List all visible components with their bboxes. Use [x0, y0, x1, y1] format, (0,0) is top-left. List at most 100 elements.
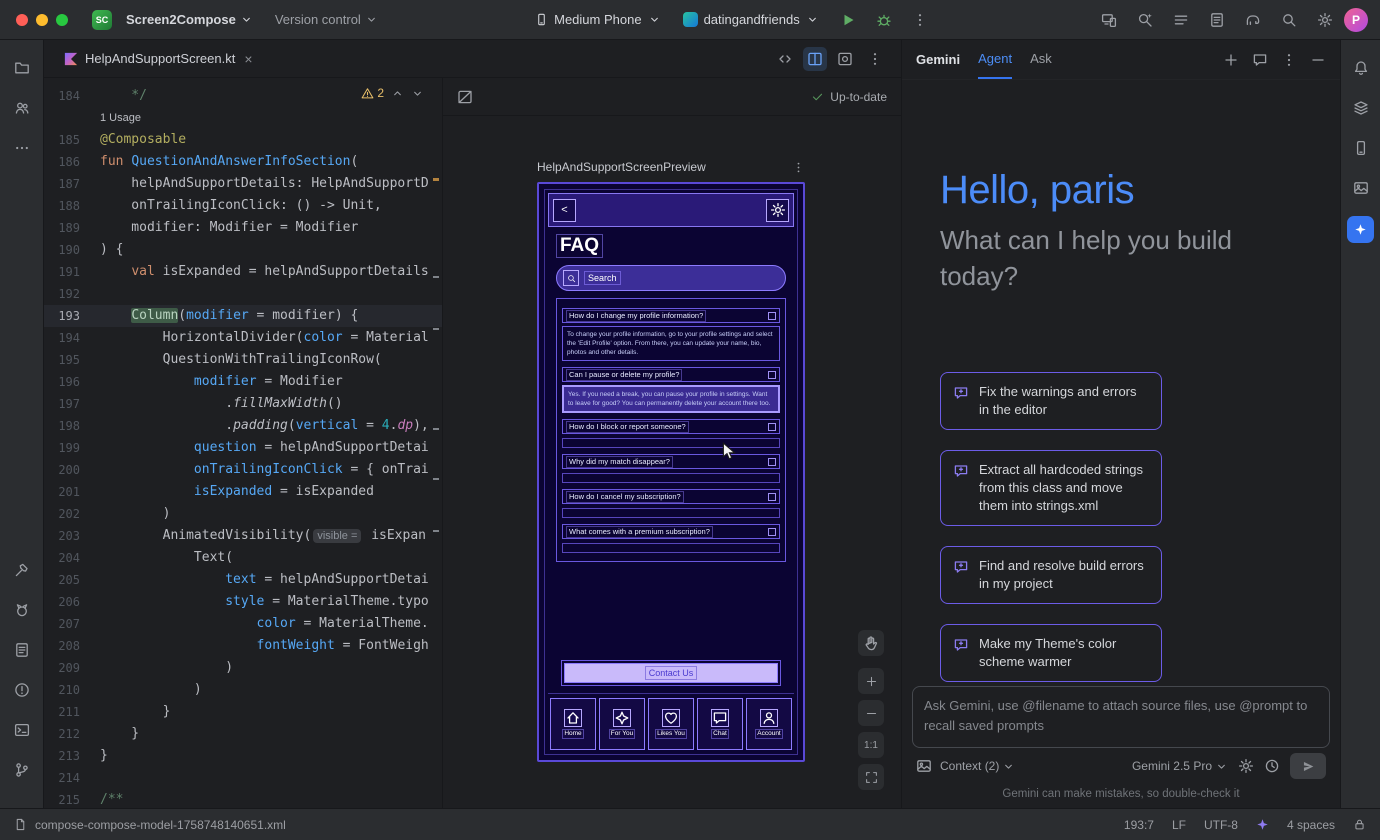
settings-button[interactable] [766, 199, 789, 222]
ai-search-icon[interactable] [1132, 7, 1158, 33]
notifications-icon[interactable] [1347, 54, 1375, 82]
code-line[interactable]: 191 val isExpanded = helpAndSupportDetai… [44, 261, 442, 283]
maximize-window-button[interactable] [56, 14, 68, 26]
chat-history-icon[interactable] [1252, 52, 1268, 68]
code-line[interactable]: 205 text = helpAndSupportDetai [44, 569, 442, 591]
faq-question-row[interactable]: Can I pause or delete my profile? [562, 367, 780, 382]
stripe-mark[interactable] [433, 276, 439, 278]
version-control-icon[interactable] [8, 756, 36, 784]
send-button[interactable] [1290, 753, 1326, 779]
caret-position[interactable]: 193:7 [1124, 818, 1154, 832]
code-line[interactable]: 211 } [44, 701, 442, 723]
previous-issue-icon[interactable] [391, 87, 404, 100]
code-line[interactable]: 199 question = helpAndSupportDetai [44, 437, 442, 459]
device-selector[interactable]: Medium Phone [529, 8, 666, 31]
context-selector[interactable]: Context (2) [940, 759, 1015, 773]
minimize-window-button[interactable] [36, 14, 48, 26]
ai-spark-icon[interactable] [1256, 818, 1269, 831]
faq-question-row[interactable]: What comes with a premium subscription? [562, 524, 780, 539]
editor-scroll-stripe[interactable] [432, 78, 440, 808]
gemini-input[interactable]: Ask Gemini, use @filename to attach sour… [912, 686, 1330, 748]
gemini-settings-icon[interactable] [1238, 758, 1254, 774]
logcat-tool-icon[interactable] [8, 596, 36, 624]
file-tab[interactable]: HelpAndSupportScreen.kt × [54, 40, 265, 77]
nav-item-account[interactable]: Account [746, 698, 792, 750]
back-button[interactable]: < [553, 199, 576, 222]
statusbar-file-name[interactable]: compose-compose-model-1758748140651.xml [35, 818, 286, 832]
design-view-button[interactable] [833, 47, 857, 71]
zoom-out-button[interactable] [858, 700, 884, 726]
nav-item-likes-you[interactable]: Likes You [648, 698, 694, 750]
search-bar[interactable]: Search [556, 265, 786, 291]
code-editor[interactable]: 2 184 */1 Usage185@Composable186fun Ques… [44, 78, 443, 808]
build-icon[interactable] [8, 556, 36, 584]
suggestion-card[interactable]: Make my Theme's color scheme warmer [940, 624, 1162, 682]
code-line[interactable]: 208 fontWeight = FontWeigh [44, 635, 442, 657]
code-line[interactable]: 215/** [44, 789, 442, 808]
close-window-button[interactable] [16, 14, 28, 26]
device-manager-icon[interactable] [1347, 134, 1375, 162]
code-line[interactable]: 186fun QuestionAndAnswerInfoSection( [44, 151, 442, 173]
code-line[interactable]: 196 modifier = Modifier [44, 371, 442, 393]
warning-indicator[interactable]: 2 [361, 86, 384, 100]
search-icon[interactable] [1276, 7, 1302, 33]
project-icon[interactable] [8, 54, 36, 82]
app-inspection-icon[interactable] [8, 636, 36, 664]
code-line[interactable]: 202 ) [44, 503, 442, 525]
preview-name[interactable]: HelpAndSupportScreenPreview [537, 160, 706, 174]
stripe-mark[interactable] [433, 478, 439, 480]
editor-options-button[interactable] [863, 47, 887, 71]
code-line[interactable]: 212 } [44, 723, 442, 745]
stripe-mark[interactable] [433, 328, 439, 330]
history-icon[interactable] [1264, 758, 1280, 774]
stripe-mark[interactable] [433, 530, 439, 532]
lock-icon[interactable] [1353, 818, 1366, 831]
code-view-button[interactable] [773, 47, 797, 71]
new-chat-icon[interactable] [1223, 52, 1239, 68]
app-insights-icon[interactable] [1204, 7, 1230, 33]
warning-stripe-mark[interactable] [433, 178, 439, 181]
more-tool-windows-icon[interactable] [8, 134, 36, 162]
hide-panel-icon[interactable] [1310, 52, 1326, 68]
pull-requests-icon[interactable] [8, 94, 36, 122]
code-line[interactable]: 198 .padding(vertical = 4.dp), [44, 415, 442, 437]
code-line[interactable]: 194 HorizontalDivider(color = Material [44, 327, 442, 349]
code-line[interactable]: 185@Composable [44, 129, 442, 151]
version-control-menu[interactable]: Version control [269, 8, 384, 31]
terminal-icon[interactable] [8, 716, 36, 744]
kebab-menu-icon[interactable] [1281, 52, 1297, 68]
preview-layout-icon[interactable] [457, 89, 473, 105]
pan-button[interactable] [858, 630, 884, 656]
faq-question-row[interactable]: How do I change my profile information? [562, 308, 780, 323]
code-line[interactable]: 200 onTrailingIconClick = { onTrai [44, 459, 442, 481]
split-view-button[interactable] [803, 47, 827, 71]
code-line[interactable]: 214 [44, 767, 442, 789]
file-encoding[interactable]: UTF-8 [1204, 818, 1238, 832]
project-menu[interactable]: Screen2Compose [120, 8, 259, 31]
preview-options-icon[interactable] [792, 161, 805, 174]
code-line[interactable]: 203 AnimatedVisibility(visible = isExpan [44, 525, 442, 547]
attach-context-icon[interactable] [916, 758, 932, 774]
code-line[interactable]: 207 color = MaterialTheme. [44, 613, 442, 635]
resource-manager-icon[interactable] [1347, 174, 1375, 202]
code-line[interactable]: 197 .fillMaxWidth() [44, 393, 442, 415]
contact-us-button[interactable]: Contact Us [564, 663, 778, 683]
code-line[interactable]: 213} [44, 745, 442, 767]
usage-hint[interactable]: 1 Usage [44, 107, 442, 129]
inspections-widget[interactable]: 2 [361, 86, 424, 100]
preview-canvas[interactable]: HelpAndSupportScreenPreview < [443, 116, 901, 808]
code-line[interactable]: 188 onTrailingIconClick: () -> Unit, [44, 195, 442, 217]
layout-inspector-icon[interactable] [1347, 94, 1375, 122]
close-tab-icon[interactable]: × [242, 52, 254, 66]
zoom-to-fit-button[interactable] [858, 764, 884, 790]
tab-agent[interactable]: Agent [978, 40, 1012, 79]
indent-config[interactable]: 4 spaces [1287, 818, 1335, 832]
code-line[interactable]: 189 modifier: Modifier = Modifier [44, 217, 442, 239]
code-line[interactable]: 192 [44, 283, 442, 305]
suggestion-card[interactable]: Find and resolve build errors in my proj… [940, 546, 1162, 604]
zoom-actual-size-button[interactable]: 1:1 [858, 732, 884, 758]
phone-preview[interactable]: < FAQ Search How do I cha [537, 182, 805, 762]
code-line[interactable]: 190) { [44, 239, 442, 261]
zoom-in-button[interactable] [858, 668, 884, 694]
nav-item-for-you[interactable]: For You [599, 698, 645, 750]
